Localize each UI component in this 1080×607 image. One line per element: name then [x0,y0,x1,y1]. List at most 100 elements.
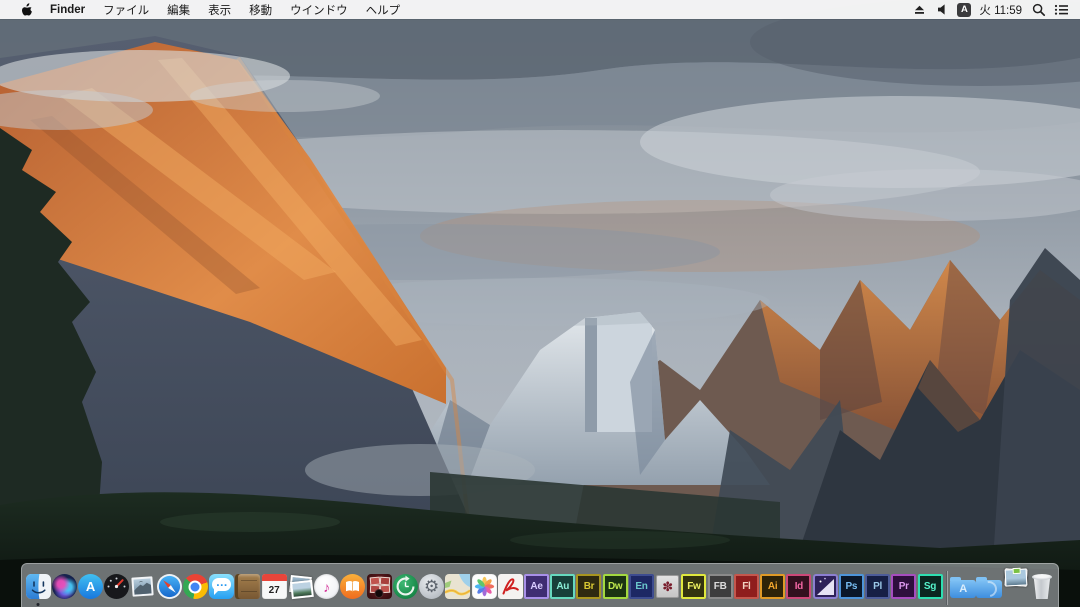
dock-item-safari[interactable] [156,566,182,607]
photo-stack-icon [288,574,313,599]
dock-item-acrobat-reader[interactable] [497,566,523,607]
app-store-icon: A [78,574,103,599]
dock-item-media-encoder[interactable] [812,566,838,607]
dock-item-time-machine[interactable] [392,566,418,607]
dock-item-photo-booth[interactable] [366,566,392,607]
spotlight-icon[interactable] [1030,1,1047,18]
compass-icon [157,574,182,599]
menu-item-help[interactable]: ヘルプ [357,0,410,19]
dock-item-bridge[interactable]: Br [576,566,602,607]
maroon-pinwheel-icon: ✽ [656,575,679,598]
gauge-icon [104,574,129,599]
music-note-icon: ♪ [314,574,339,599]
eject-icon[interactable] [911,1,928,18]
encore-tile: En [629,574,654,599]
eagle-stamp-icon [130,574,155,599]
speedgrade-tile: Sg [918,574,943,599]
audition-tile: Au [550,574,575,599]
dock-item-downloads-folder[interactable] [976,566,1002,607]
calendar-page-icon: 27 [262,574,287,599]
dock-item-dreamweaver[interactable]: Dw [602,566,628,607]
dock-item-indesign[interactable]: Id [786,566,812,607]
menu-item-window[interactable]: ウインドウ [281,0,357,19]
photo-booth-icon [367,574,392,599]
fireworks-tile: Fw [681,574,706,599]
photoshop-tile: Ps [839,574,864,599]
gear-icon: ⚙ [419,574,444,599]
after-effects-tile: Ae [524,574,549,599]
premiere-tile: Pr [891,574,916,599]
dock-item-applications-folder[interactable]: A [950,566,976,607]
calendar-day: 27 [262,581,287,599]
menu-bar-clock[interactable]: 火 11:59 [977,2,1024,18]
dock-item-fireworks[interactable]: Fw [681,566,707,607]
dock-item-messages[interactable]: … [209,566,235,607]
dock-item-after-effects[interactable]: Ae [523,566,549,607]
menu-bar: Finder ファイル 編集 表示 移動 ウインドウ ヘルプ A 火 11:59 [0,0,1080,19]
camera-lens [375,589,384,598]
pinwheel-flower-icon [472,574,497,599]
dock-item-dashboard[interactable] [104,566,130,607]
dock-divider [944,569,949,607]
dock-item-trash[interactable] [1029,566,1055,607]
dock-item-documents-stack[interactable] [1003,566,1029,607]
dock-item-ibooks[interactable] [340,566,366,607]
input-source-icon[interactable]: A [957,3,971,17]
notification-center-icon[interactable] [1053,1,1070,18]
dock-item-app-store[interactable]: A [77,566,103,607]
menu-item-finder[interactable]: Finder [41,0,94,19]
dock-item-flash-builder[interactable]: FB [707,566,733,607]
speech-bubble-icon: … [209,574,234,599]
flash-builder-tile: FB [708,574,733,599]
running-indicator [37,603,40,606]
calendar-red-band [262,574,287,581]
menu-bar-status: A 火 11:59 [911,1,1080,18]
flash-tile: Fl [734,574,759,599]
illustrator-tile: Ai [760,574,785,599]
volume-icon[interactable] [934,1,951,18]
dock-item-photoshop[interactable]: Ps [838,566,864,607]
prelude-tile: Pl [865,574,890,599]
document-stack-icon [1004,578,1028,598]
dock-item-premiere-pro[interactable]: Pr [891,566,917,607]
dock-item-chrome[interactable] [182,566,208,607]
blue-folder-icon: A [950,580,976,598]
apple-menu[interactable] [10,0,41,19]
time-machine-clock-icon [393,574,418,599]
menu-bar-left: Finder ファイル 編集 表示 移動 ウインドウ ヘルプ [0,0,409,19]
dock-item-system-preferences[interactable]: ⚙ [418,566,444,607]
dock-item-speedgrade[interactable]: Sg [917,566,943,607]
dock-item-prelude[interactable]: Pl [864,566,890,607]
chrome-wheel-icon [183,574,208,599]
dock-item-photos[interactable] [471,566,497,607]
blue-folder-icon [976,580,1002,598]
dock-item-illustrator[interactable]: Ai [760,566,786,607]
dock-item-finder[interactable] [25,566,51,607]
dock-item-encore[interactable]: En [628,566,654,607]
dock: A [21,563,1059,607]
dock-item-preview[interactable] [287,566,313,607]
menu-item-edit[interactable]: 編集 [158,0,199,19]
menu-item-file[interactable]: ファイル [94,0,158,19]
comet-wedge-icon [813,574,838,599]
open-book-icon [340,574,365,599]
dock-item-maps[interactable] [445,566,471,607]
menu-item-go[interactable]: 移動 [240,0,281,19]
siri-orb-icon [52,574,77,599]
finder-face-icon [26,574,51,599]
acrobat-swirl-icon [498,574,523,599]
app-store-letter: A [86,579,95,594]
el-capitan-wallpaper-art [0,0,1080,607]
dock-item-calendar[interactable]: 27 [261,566,287,607]
dock-item-flash[interactable]: Fl [733,566,759,607]
desktop-wallpaper[interactable] [0,0,1080,607]
menu-item-view[interactable]: 表示 [199,0,240,19]
dock-item-audition[interactable]: Au [550,566,576,607]
dock-item-itunes[interactable]: ♪ [314,566,340,607]
dock-item-contacts[interactable] [235,566,261,607]
dock-item-extension-manager[interactable]: ✽ [655,566,681,607]
map-icon [445,574,470,599]
dock-item-siri[interactable] [51,566,77,607]
dock-item-mail[interactable] [130,566,156,607]
dreamweaver-tile: Dw [603,574,628,599]
